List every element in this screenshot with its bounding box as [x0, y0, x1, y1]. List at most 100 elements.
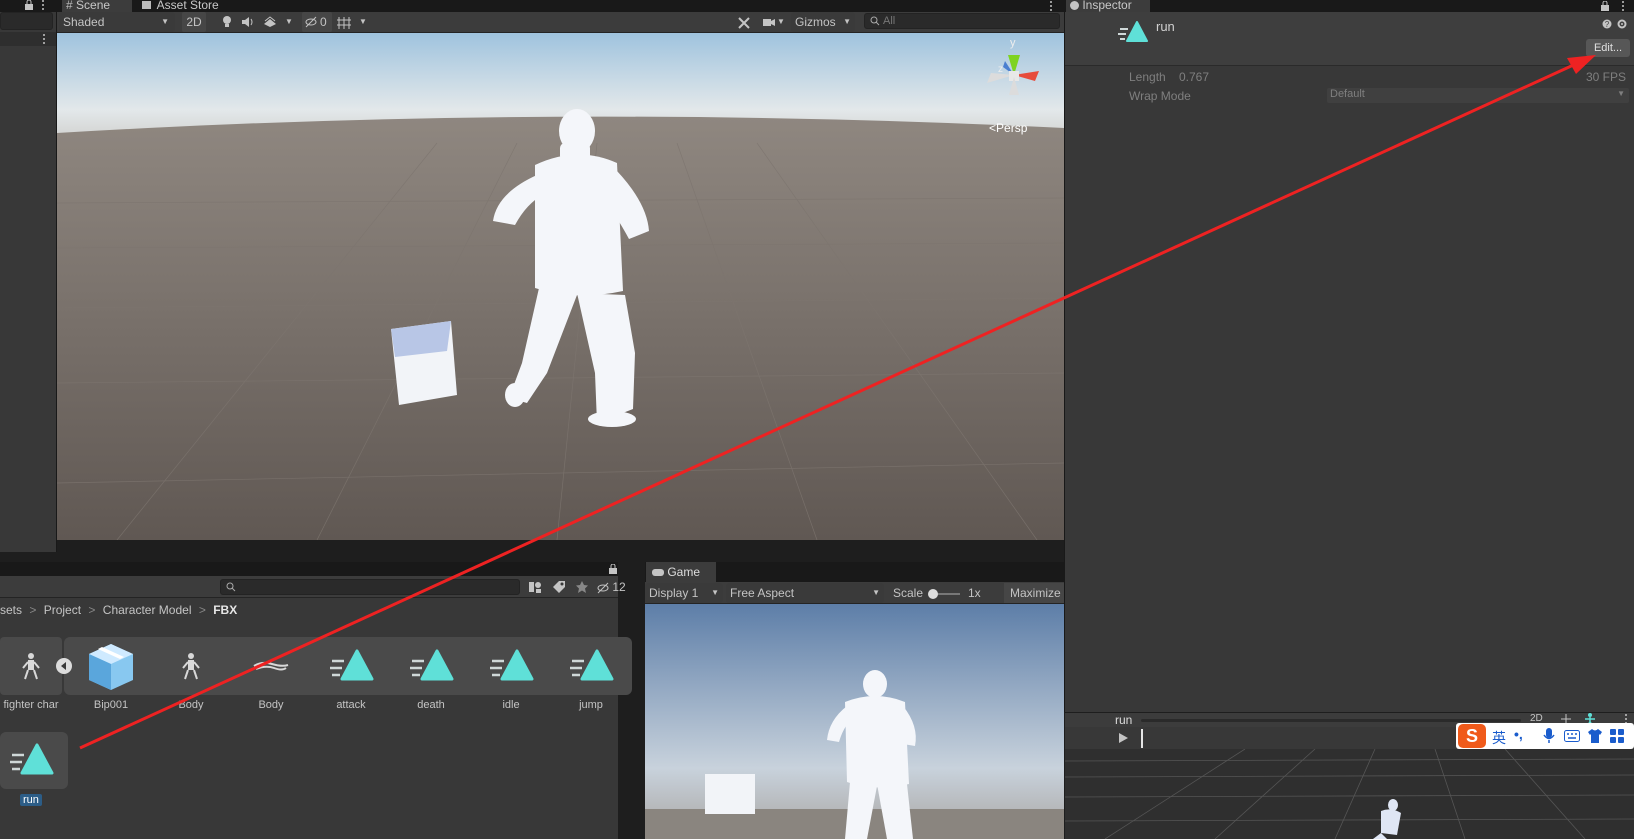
chevron-down-icon: ▼	[161, 17, 169, 26]
breadcrumb-separator: >	[88, 603, 96, 617]
keyboard-icon[interactable]	[1564, 730, 1580, 742]
shading-mode-dropdown[interactable]: Shaded ▼	[59, 12, 175, 32]
asset-item-jump[interactable]: jump	[560, 637, 622, 717]
asset-item-fighter-char[interactable]: fighter char	[0, 637, 62, 717]
chevron-down-icon: ▼	[872, 588, 880, 597]
grid-icon[interactable]	[336, 12, 352, 32]
asset-item-idle[interactable]: idle	[480, 637, 542, 717]
animation-clip-icon	[490, 649, 534, 683]
scene-hash-icon: #	[66, 0, 73, 12]
animation-clip-icon	[1118, 20, 1148, 44]
info-icon	[1070, 1, 1079, 10]
inspector-tab-bar	[1065, 0, 1634, 12]
project-hidden-count[interactable]: 12	[597, 579, 626, 595]
inspector-lock-icon[interactable]	[1600, 1, 1610, 11]
asset-item-run[interactable]: run	[0, 732, 68, 810]
scale-slider[interactable]	[928, 589, 960, 599]
preview-viewport[interactable]	[1065, 749, 1634, 839]
asset-item-label: idle	[502, 699, 520, 711]
orientation-gizmo[interactable]: y z	[983, 37, 1045, 107]
asset-item-body-mesh[interactable]: Body	[240, 637, 302, 717]
audio-icon[interactable]	[240, 12, 256, 32]
gamepad-icon	[652, 569, 664, 577]
tools-icon[interactable]	[737, 12, 751, 32]
perspective-icon: <	[989, 121, 997, 135]
breadcrumb-separator: >	[29, 603, 37, 617]
left-panel-menu-icon[interactable]	[41, 0, 45, 10]
tab-asset-store[interactable]: Asset Store	[138, 0, 234, 12]
microphone-icon[interactable]	[1543, 728, 1555, 744]
grid-dropdown-icon[interactable]: ▼	[359, 12, 369, 32]
lighting-icon[interactable]	[220, 12, 234, 32]
ime-punct-toggle[interactable]: •,	[1514, 726, 1523, 742]
camera-dropdown-icon[interactable]: ▼	[777, 12, 787, 32]
eye-slash-icon	[305, 12, 317, 32]
toolbox-grid-icon[interactable]	[1610, 729, 1624, 743]
scene-viewport[interactable]: y z <Persp	[57, 33, 1064, 540]
hierarchy-panel	[0, 12, 57, 552]
fps-value: 30 FPS	[1586, 70, 1627, 84]
asset-item-death[interactable]: death	[400, 637, 462, 717]
project-tab-bar	[0, 562, 618, 576]
ime-logo-icon[interactable]: S	[1458, 724, 1486, 748]
hidden-objects-toggle[interactable]: 0	[302, 12, 332, 32]
prefab-cube-icon	[86, 641, 136, 691]
tab-game[interactable]: Game	[646, 562, 716, 582]
tab-scene[interactable]: # Scene	[62, 0, 132, 12]
favorite-star-icon[interactable]	[575, 580, 589, 594]
scene-tab-menu-icon[interactable]	[1049, 1, 1053, 11]
left-panel-lock-icon[interactable]	[24, 0, 34, 10]
search-by-type-icon[interactable]	[528, 580, 542, 594]
breadcrumb-item[interactable]: Character Model	[103, 603, 192, 617]
project-lock-icon[interactable]	[608, 564, 618, 574]
perspective-toggle[interactable]: <Persp	[989, 121, 1027, 135]
preview-character	[1373, 799, 1401, 839]
search-icon	[870, 16, 880, 26]
asset-item-label: Body	[178, 699, 204, 711]
hierarchy-search-input[interactable]	[0, 12, 53, 30]
svg-text:?: ?	[1605, 20, 1610, 29]
ime-language-toggle[interactable]: 英	[1492, 728, 1506, 748]
scale-slider-thumb[interactable]	[928, 589, 938, 599]
play-button[interactable]	[1117, 732, 1129, 744]
chevron-down-icon: ▼	[1617, 89, 1625, 98]
scene-search-input[interactable]: All	[864, 13, 1060, 29]
help-icon[interactable]: ?	[1602, 19, 1612, 29]
asset-item-body-model[interactable]: Body	[160, 637, 222, 717]
display-dropdown[interactable]: Display 1 ▼	[645, 583, 723, 603]
breadcrumb-item[interactable]: sets	[0, 603, 22, 617]
hierarchy-menu-icon[interactable]	[42, 34, 46, 44]
camera-icon[interactable]	[762, 12, 776, 32]
project-search-input[interactable]	[220, 579, 520, 595]
asset-item-attack[interactable]: attack	[320, 637, 382, 717]
maximize-on-play-toggle[interactable]: Maximize On Play	[1004, 583, 1064, 603]
tab-inspector[interactable]: Inspector	[1066, 0, 1150, 12]
wrap-mode-dropdown[interactable]: Default ▼	[1327, 88, 1629, 103]
inspector-menu-icon[interactable]	[1621, 1, 1625, 11]
game-render	[645, 604, 1064, 839]
animation-clip-icon	[330, 649, 374, 683]
asset-store-bag-icon	[142, 1, 151, 9]
edit-button[interactable]: Edit...	[1586, 39, 1630, 57]
length-label: Length	[1129, 70, 1166, 84]
effects-icon[interactable]	[263, 12, 277, 32]
chevron-down-icon: ▼	[711, 588, 719, 597]
toggle-2d-button[interactable]: 2D	[182, 12, 206, 32]
scale-value: 1x	[968, 586, 981, 600]
gizmos-dropdown[interactable]: Gizmos ▼	[791, 12, 855, 32]
asset-item-bip001[interactable]: Bip001	[80, 637, 142, 717]
effects-dropdown-icon[interactable]: ▼	[285, 12, 295, 32]
aspect-dropdown[interactable]: Free Aspect ▼	[726, 583, 884, 603]
scene-render	[57, 33, 1064, 540]
length-value: 0.767	[1179, 70, 1210, 84]
skin-shirt-icon[interactable]	[1587, 729, 1603, 743]
asset-item-label: fighter char	[3, 699, 59, 711]
search-by-label-icon[interactable]	[552, 580, 566, 594]
asset-item-label: death	[417, 699, 445, 711]
game-viewport[interactable]	[645, 604, 1064, 839]
search-icon	[226, 582, 236, 592]
breadcrumb-item[interactable]: FBX	[213, 603, 237, 617]
settings-gear-icon[interactable]	[1617, 19, 1627, 29]
breadcrumb-item[interactable]: Project	[44, 603, 81, 617]
preview-timeline-scrubber[interactable]	[1141, 729, 1143, 748]
